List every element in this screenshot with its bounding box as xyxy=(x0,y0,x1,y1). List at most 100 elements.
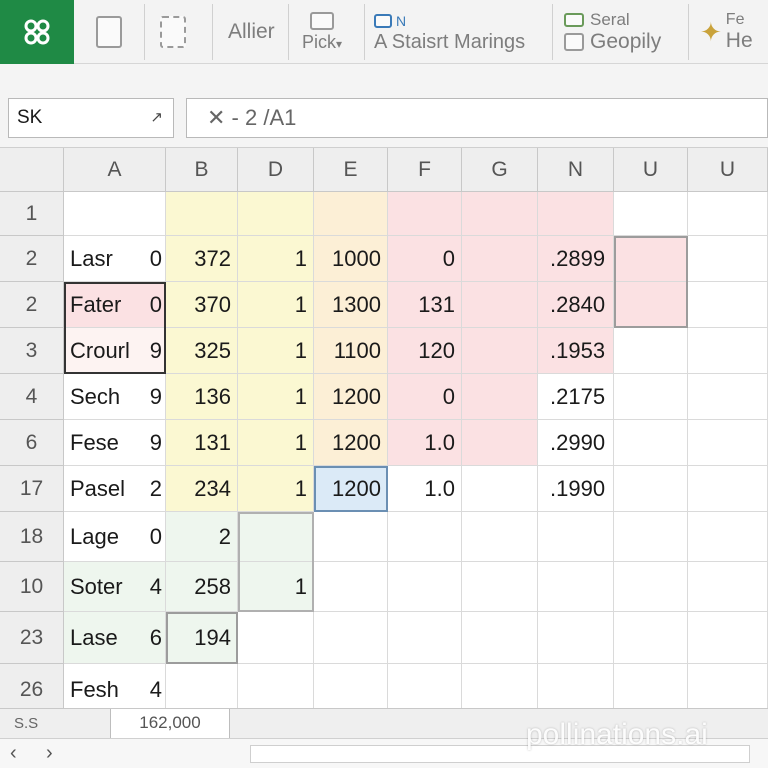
table-cell[interactable] xyxy=(462,420,538,466)
name-box[interactable]: SK ↗ xyxy=(8,98,174,138)
table-cell[interactable]: 0 xyxy=(146,512,166,562)
table-cell[interactable] xyxy=(688,512,768,562)
table-cell[interactable] xyxy=(462,282,538,328)
row-header[interactable]: 18 xyxy=(0,512,64,562)
row-label-cell[interactable]: Lase xyxy=(64,612,146,664)
ribbon-pick-button[interactable]: Pick▾ xyxy=(302,0,342,64)
table-cell[interactable] xyxy=(462,328,538,374)
row-header[interactable]: 23 xyxy=(0,612,64,664)
row-label-cell[interactable]: Fese xyxy=(64,420,146,466)
ribbon-format-button[interactable] xyxy=(160,0,186,64)
app-tile[interactable] xyxy=(0,0,74,64)
row-header[interactable]: 10 xyxy=(0,562,64,612)
row-label-cell[interactable]: Fater xyxy=(64,282,146,328)
table-cell[interactable] xyxy=(462,192,538,236)
table-cell[interactable] xyxy=(538,562,614,612)
column-header[interactable]: G xyxy=(462,148,538,192)
table-cell[interactable]: .2840 xyxy=(538,282,614,328)
table-cell[interactable]: 1 xyxy=(238,282,314,328)
column-header[interactable]: U xyxy=(614,148,688,192)
table-cell[interactable] xyxy=(614,466,688,512)
table-cell[interactable] xyxy=(314,512,388,562)
table-cell[interactable] xyxy=(688,282,768,328)
ribbon-geography-button[interactable]: Seral Geopily xyxy=(564,0,661,64)
table-cell[interactable] xyxy=(688,562,768,612)
table-cell[interactable] xyxy=(166,192,238,236)
table-cell[interactable] xyxy=(614,282,688,328)
table-cell[interactable] xyxy=(614,328,688,374)
table-cell[interactable] xyxy=(614,612,688,664)
table-cell[interactable] xyxy=(462,374,538,420)
table-cell[interactable] xyxy=(538,512,614,562)
table-cell[interactable]: .1953 xyxy=(538,328,614,374)
table-cell[interactable]: 131 xyxy=(166,420,238,466)
table-cell[interactable]: 2 xyxy=(146,466,166,512)
table-cell[interactable]: 234 xyxy=(166,466,238,512)
table-cell[interactable] xyxy=(614,192,688,236)
table-cell[interactable]: 372 xyxy=(166,236,238,282)
row-label-cell[interactable]: Soter xyxy=(64,562,146,612)
table-cell[interactable]: 120 xyxy=(388,328,462,374)
row-label-cell[interactable] xyxy=(64,192,146,236)
table-cell[interactable]: 1300 xyxy=(314,282,388,328)
table-cell[interactable] xyxy=(314,192,388,236)
name-box-arrow-icon[interactable]: ↗ xyxy=(150,99,163,137)
table-cell[interactable]: 1 xyxy=(238,562,314,612)
table-cell[interactable]: 1 xyxy=(238,328,314,374)
table-cell[interactable] xyxy=(688,420,768,466)
table-cell[interactable]: 258 xyxy=(166,562,238,612)
table-cell[interactable]: 325 xyxy=(166,328,238,374)
table-cell[interactable]: .2990 xyxy=(538,420,614,466)
table-cell[interactable]: .2175 xyxy=(538,374,614,420)
table-cell[interactable]: 131 xyxy=(388,282,462,328)
table-cell[interactable] xyxy=(614,374,688,420)
table-cell[interactable] xyxy=(538,612,614,664)
ribbon-insert-button[interactable]: N A Staisrt Marings xyxy=(374,0,525,64)
table-cell[interactable] xyxy=(462,612,538,664)
row-header[interactable]: 2 xyxy=(0,282,64,328)
table-cell[interactable]: 1 xyxy=(238,420,314,466)
table-cell[interactable] xyxy=(688,612,768,664)
select-all-corner[interactable] xyxy=(0,148,64,192)
row-header[interactable]: 4 xyxy=(0,374,64,420)
sheet-tab[interactable]: 162,000 xyxy=(110,709,230,739)
table-cell[interactable] xyxy=(146,192,166,236)
table-cell[interactable]: 0 xyxy=(146,282,166,328)
table-cell[interactable] xyxy=(614,236,688,282)
column-header[interactable]: B xyxy=(166,148,238,192)
table-cell[interactable]: 136 xyxy=(166,374,238,420)
table-cell[interactable]: 1000 xyxy=(314,236,388,282)
table-cell[interactable] xyxy=(614,562,688,612)
table-cell[interactable] xyxy=(614,420,688,466)
table-cell[interactable]: 370 xyxy=(166,282,238,328)
table-cell[interactable] xyxy=(688,236,768,282)
column-header[interactable]: A xyxy=(64,148,166,192)
table-cell[interactable] xyxy=(388,562,462,612)
table-cell[interactable]: 9 xyxy=(146,328,166,374)
table-cell[interactable] xyxy=(688,466,768,512)
table-cell[interactable] xyxy=(388,612,462,664)
table-cell[interactable] xyxy=(688,328,768,374)
column-header[interactable]: N xyxy=(538,148,614,192)
table-cell[interactable]: .2899 xyxy=(538,236,614,282)
table-cell[interactable]: 194 xyxy=(166,612,238,664)
row-label-cell[interactable]: Crourl xyxy=(64,328,146,374)
row-header[interactable]: 2 xyxy=(0,236,64,282)
table-cell[interactable] xyxy=(614,512,688,562)
table-cell[interactable] xyxy=(462,512,538,562)
table-cell[interactable]: 9 xyxy=(146,420,166,466)
row-header[interactable]: 6 xyxy=(0,420,64,466)
table-cell[interactable]: 1200 xyxy=(314,420,388,466)
table-cell[interactable] xyxy=(688,192,768,236)
table-cell[interactable] xyxy=(462,562,538,612)
table-cell[interactable]: 9 xyxy=(146,374,166,420)
ribbon-document-button[interactable] xyxy=(96,0,122,64)
table-cell[interactable]: 1100 xyxy=(314,328,388,374)
table-cell[interactable]: 0 xyxy=(388,236,462,282)
table-cell[interactable]: 0 xyxy=(146,236,166,282)
table-cell[interactable]: 6 xyxy=(146,612,166,664)
table-cell[interactable]: .1990 xyxy=(538,466,614,512)
ribbon-he-button[interactable]: ✦ Fe He xyxy=(700,0,753,64)
table-cell[interactable] xyxy=(314,562,388,612)
table-cell[interactable] xyxy=(314,612,388,664)
